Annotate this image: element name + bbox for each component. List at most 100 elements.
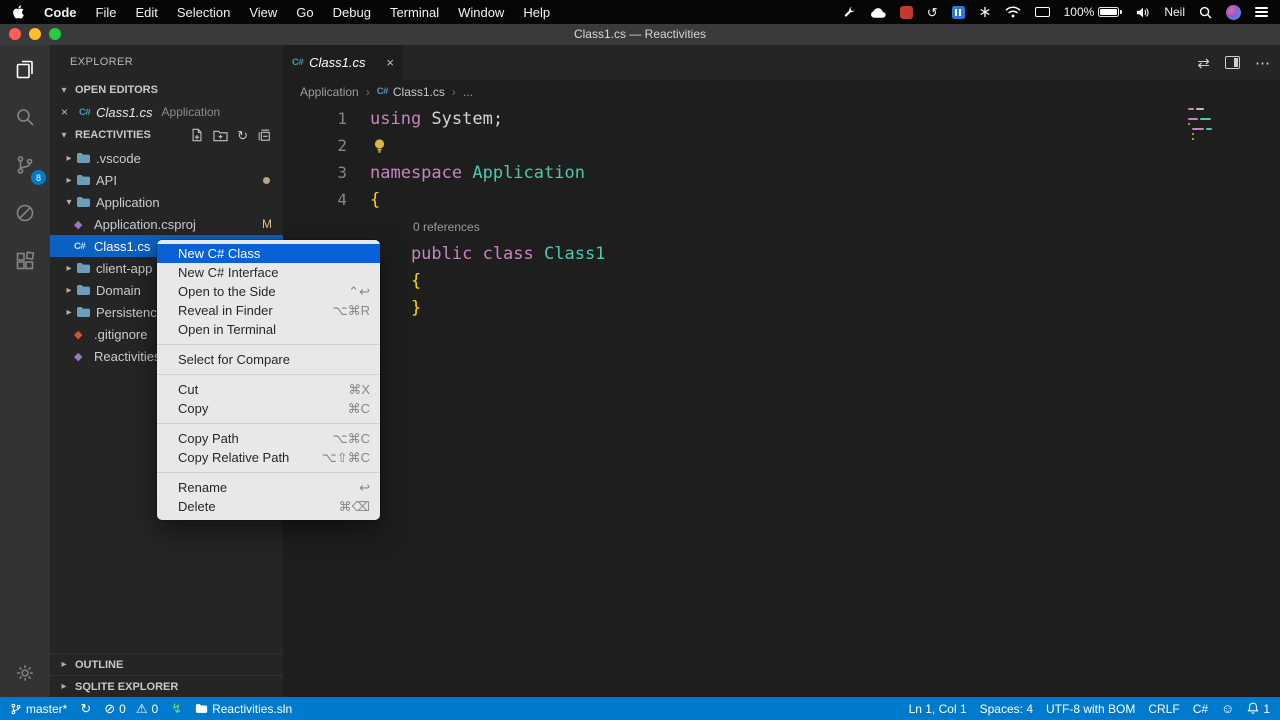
context-menu-item-select-for-compare[interactable]: Select for Compare <box>157 350 380 369</box>
user-name-label[interactable]: Neil <box>1164 5 1185 19</box>
project-section-header[interactable]: ▾ REACTIVITIES ↻ <box>50 123 283 147</box>
context-menu-item-open-to-the-side[interactable]: Open to the Side ⌃↩ <box>157 282 380 301</box>
context-menu-item-copy-relative-path[interactable]: Copy Relative Path ⌥⇧⌘C <box>157 448 380 467</box>
outline-section-header[interactable]: ▸ OUTLINE <box>50 653 283 675</box>
indentation-button[interactable]: Spaces: 4 <box>980 702 1033 716</box>
siri-icon[interactable] <box>1226 4 1241 20</box>
tree-item-label: Domain <box>96 282 141 298</box>
display-icon[interactable] <box>1034 7 1050 17</box>
code-line-4[interactable]: 4 { <box>283 186 1280 213</box>
tree-item-vscode[interactable]: ▸ .vscode <box>50 147 283 169</box>
cloud-icon[interactable] <box>870 7 886 18</box>
more-actions-icon[interactable]: ⋯ <box>1255 54 1270 72</box>
menubar-item-window[interactable]: Window <box>458 5 504 20</box>
collapse-all-icon[interactable] <box>257 128 271 142</box>
open-editor-item-class1[interactable]: × C# Class1.cs Application <box>50 101 283 123</box>
menu-item-label: Copy Path <box>178 431 239 446</box>
problems-button[interactable]: ⊘ 0 ⚠ 0 <box>104 701 158 717</box>
extensions-icon[interactable] <box>0 237 50 285</box>
menubar-item-help[interactable]: Help <box>523 5 550 20</box>
notification-center-icon[interactable] <box>1255 7 1268 17</box>
feedback-smiley-icon[interactable]: ☺ <box>1221 701 1234 716</box>
context-menu-item-cut[interactable]: Cut ⌘X <box>157 380 380 399</box>
code-token: Application <box>472 162 585 183</box>
battery-indicator[interactable]: 100% <box>1064 5 1123 19</box>
red-app-icon[interactable] <box>899 5 913 19</box>
tab-class1-cs[interactable]: C# Class1.cs × <box>283 45 403 80</box>
context-menu-item-copy[interactable]: Copy ⌘C <box>157 399 380 418</box>
csproj-file-icon: ◆ <box>74 218 83 231</box>
context-menu-item-new-csharp-class[interactable]: New C# Class <box>157 244 380 263</box>
minimap[interactable] <box>1188 108 1214 140</box>
split-editor-icon[interactable] <box>1225 56 1240 69</box>
notifications-bell-button[interactable]: 1 <box>1247 702 1270 716</box>
context-menu-item-copy-path[interactable]: Copy Path ⌥⌘C <box>157 429 380 448</box>
chevron-down-icon: ▾ <box>66 196 72 208</box>
parallels-icon[interactable] <box>951 5 965 19</box>
code-line-2[interactable]: 2 <box>283 132 1280 159</box>
line-number: 4 <box>337 190 347 209</box>
menubar-item-view[interactable]: View <box>249 5 277 20</box>
sync-button[interactable]: ↻ <box>80 701 91 717</box>
git-branch-button[interactable]: master* <box>10 702 67 716</box>
menu-separator <box>157 472 380 473</box>
lightbulb-icon[interactable] <box>373 138 386 154</box>
new-folder-icon[interactable] <box>213 129 228 142</box>
close-tab-icon[interactable]: × <box>386 55 394 70</box>
utility-icon[interactable] <box>979 6 991 18</box>
code-line-5[interactable]: public class Class1 <box>283 240 1280 267</box>
breadcrumb-more[interactable]: ... <box>463 85 473 99</box>
breadcrumb-item-file[interactable]: C# Class1.cs <box>377 85 445 99</box>
encoding-button[interactable]: UTF-8 with BOM <box>1046 702 1135 716</box>
tree-item-application-csproj[interactable]: ◆ Application.csproj M <box>50 213 283 235</box>
menubar-item-terminal[interactable]: Terminal <box>390 5 439 20</box>
codelens-references[interactable]: 0 references <box>413 220 480 234</box>
context-menu-item-reveal-in-finder[interactable]: Reveal in Finder ⌥⌘R <box>157 301 380 320</box>
code-line-3[interactable]: 3 namespace Application <box>283 159 1280 186</box>
open-editors-header[interactable]: ▾ OPEN EDITORS <box>50 79 283 101</box>
code-line-1[interactable]: 1 using System; <box>283 105 1280 132</box>
window-titlebar[interactable]: Class1.cs — Reactivities <box>0 24 1280 45</box>
editor-group: C# Class1.cs × ⇄ ⋯ Application › C# Clas… <box>283 45 1280 697</box>
minimize-window-button[interactable] <box>29 28 41 40</box>
menubar-item-file[interactable]: File <box>96 5 117 20</box>
context-menu-item-new-csharp-interface[interactable]: New C# Interface <box>157 263 380 282</box>
eol-button[interactable]: CRLF <box>1148 702 1179 716</box>
volume-icon[interactable] <box>1136 7 1150 18</box>
sqlite-explorer-section-header[interactable]: ▸ SQLITE EXPLORER <box>50 675 283 697</box>
new-file-icon[interactable] <box>190 128 204 142</box>
settings-gear-icon[interactable] <box>0 649 50 697</box>
context-menu-item-delete[interactable]: Delete ⌘⌫ <box>157 497 380 516</box>
menubar-item-edit[interactable]: Edit <box>135 5 157 20</box>
tree-item-api[interactable]: ▸ API <box>50 169 283 191</box>
explorer-icon[interactable] <box>0 45 50 93</box>
menubar-item-go[interactable]: Go <box>296 5 313 20</box>
source-control-icon[interactable]: 8 <box>0 141 50 189</box>
tools-icon[interactable] <box>843 6 856 19</box>
code-line-6[interactable]: { <box>283 267 1280 294</box>
cursor-position-button[interactable]: Ln 1, Col 1 <box>909 702 967 716</box>
sqltools-connection-icon[interactable]: ↯ <box>171 701 182 717</box>
wifi-icon[interactable] <box>1005 6 1021 18</box>
menubar-item-code[interactable]: Code <box>44 5 77 20</box>
context-menu-item-open-in-terminal[interactable]: Open in Terminal <box>157 320 380 339</box>
zoom-window-button[interactable] <box>49 28 61 40</box>
breadcrumb-item-application[interactable]: Application <box>300 85 359 99</box>
time-machine-icon[interactable]: ↺ <box>927 6 938 19</box>
code-line-7[interactable]: } <box>283 294 1280 321</box>
code-area[interactable]: 1 using System; 2 3 namespace Applicatio… <box>283 103 1280 321</box>
tree-item-application[interactable]: ▾ Application <box>50 191 283 213</box>
project-selector-button[interactable]: Reactivities.sln <box>195 702 292 716</box>
open-changes-icon[interactable]: ⇄ <box>1197 54 1210 72</box>
search-icon[interactable] <box>0 93 50 141</box>
spotlight-icon[interactable] <box>1199 6 1212 19</box>
refresh-icon[interactable]: ↻ <box>237 129 248 142</box>
menubar-item-selection[interactable]: Selection <box>177 5 230 20</box>
close-window-button[interactable] <box>9 28 21 40</box>
apple-menu-icon[interactable] <box>12 5 25 19</box>
debug-icon[interactable] <box>0 189 50 237</box>
language-mode-button[interactable]: C# <box>1193 702 1208 716</box>
context-menu-item-rename[interactable]: Rename ↩ <box>157 478 380 497</box>
close-icon[interactable]: × <box>61 105 73 119</box>
menubar-item-debug[interactable]: Debug <box>333 5 371 20</box>
